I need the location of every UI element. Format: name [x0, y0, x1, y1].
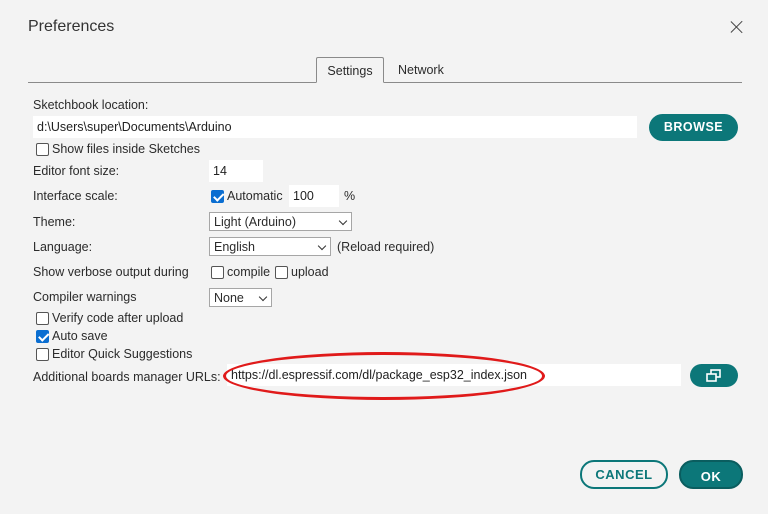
automatic-checkbox[interactable]: Automatic	[211, 189, 283, 203]
show-files-label: Show files inside Sketches	[52, 142, 200, 156]
tab-network[interactable]: Network	[388, 57, 452, 83]
compiler-warnings-label: Compiler warnings	[33, 290, 137, 304]
quick-suggestions-checkbox[interactable]: Editor Quick Suggestions	[36, 347, 192, 361]
compiler-warnings-select[interactable]: None	[209, 288, 272, 307]
checkbox-unchecked-icon	[36, 142, 49, 156]
compiler-warnings-selected-value: None	[214, 291, 244, 305]
verify-after-upload-label: Verify code after upload	[52, 311, 184, 325]
upload-label: upload	[291, 265, 329, 279]
dialog-title: Preferences	[28, 18, 115, 35]
browse-button[interactable]: BROWSE	[649, 114, 738, 141]
verbose-output-label: Show verbose output during	[33, 265, 189, 279]
open-window-icon	[706, 369, 721, 382]
preferences-dialog: Preferences Settings Network Sketchbook …	[0, 0, 768, 514]
theme-select[interactable]: Light (Arduino)	[209, 212, 352, 231]
show-files-checkbox[interactable]: Show files inside Sketches	[36, 142, 200, 156]
cancel-button[interactable]: CANCEL	[580, 460, 668, 489]
automatic-label: Automatic	[227, 189, 283, 203]
tab-settings[interactable]: Settings	[316, 57, 384, 83]
verbose-compile-checkbox[interactable]: compile	[211, 265, 270, 279]
compile-label: compile	[227, 265, 271, 279]
tabs-divider	[28, 82, 742, 83]
edit-urls-button[interactable]	[690, 364, 738, 387]
checkbox-checked-icon	[211, 189, 224, 203]
close-icon[interactable]	[728, 18, 746, 36]
highlight-annotation	[223, 352, 545, 400]
chevron-down-icon	[338, 216, 348, 226]
language-selected-value: English	[214, 240, 255, 254]
chevron-down-icon	[258, 292, 268, 302]
checkbox-unchecked-icon	[211, 265, 224, 279]
sketchbook-location-input[interactable]	[33, 116, 637, 138]
language-select[interactable]: English	[209, 237, 331, 256]
editor-font-size-input[interactable]	[209, 160, 263, 182]
verify-after-upload-checkbox[interactable]: Verify code after upload	[36, 311, 183, 325]
checkbox-unchecked-icon	[36, 347, 49, 361]
verbose-upload-checkbox[interactable]: upload	[275, 265, 329, 279]
interface-scale-input[interactable]	[289, 185, 339, 207]
theme-label: Theme:	[33, 215, 76, 229]
percent-unit: %	[344, 189, 356, 203]
boards-urls-label: Additional boards manager URLs:	[33, 370, 221, 384]
reload-required-note: (Reload required)	[337, 240, 435, 254]
quick-suggestions-label: Editor Quick Suggestions	[52, 347, 193, 361]
auto-save-checkbox[interactable]: Auto save	[36, 329, 108, 343]
ok-button[interactable]: OK	[679, 460, 743, 489]
sketchbook-label: Sketchbook location:	[33, 98, 149, 112]
language-label: Language:	[33, 240, 93, 254]
interface-scale-label: Interface scale:	[33, 189, 118, 203]
checkbox-checked-icon	[36, 329, 49, 343]
checkbox-unchecked-icon	[275, 265, 288, 279]
auto-save-label: Auto save	[52, 329, 108, 343]
checkbox-unchecked-icon	[36, 311, 49, 325]
theme-selected-value: Light (Arduino)	[214, 215, 296, 229]
editor-font-label: Editor font size:	[33, 164, 120, 178]
chevron-down-icon	[317, 241, 327, 251]
